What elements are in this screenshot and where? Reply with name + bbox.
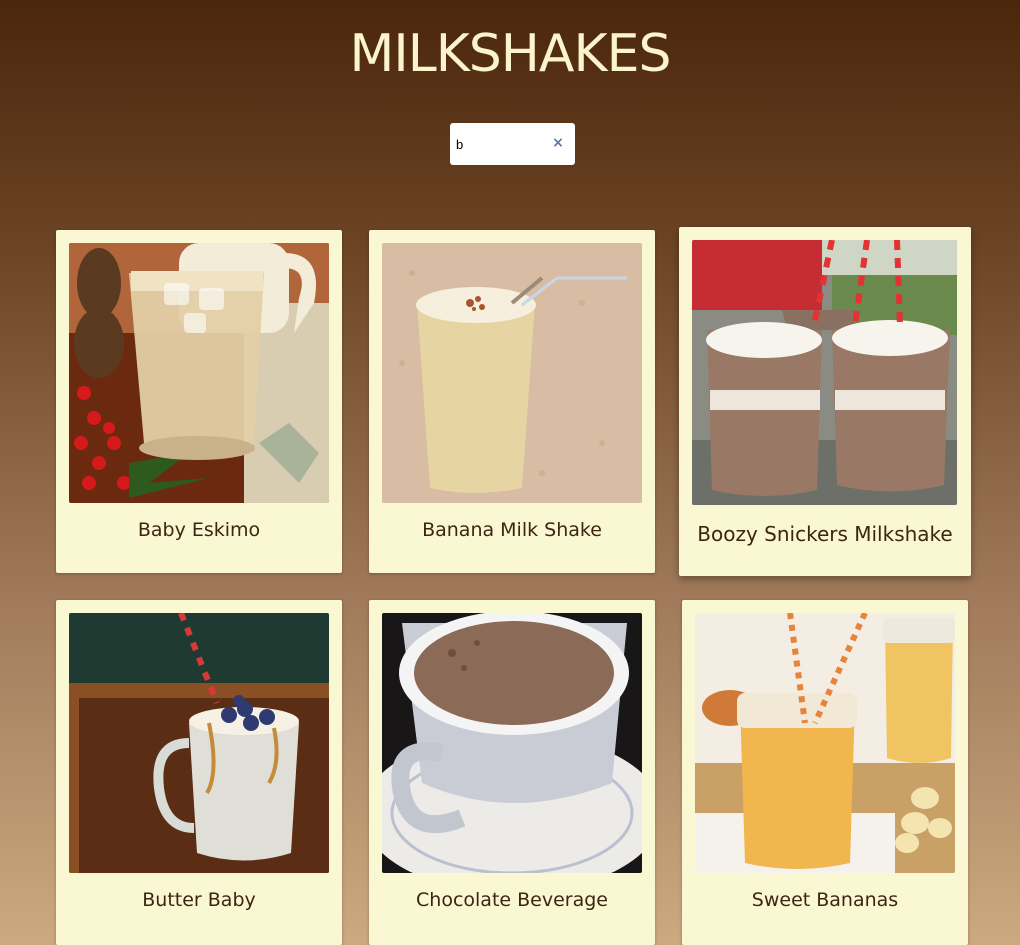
drink-photo (692, 240, 957, 505)
drink-card-sweet-bananas[interactable]: Sweet Bananas (682, 600, 968, 945)
drink-name: Baby Eskimo (137, 519, 261, 541)
drink-photo (695, 613, 955, 873)
clear-search-icon[interactable]: × (551, 136, 565, 150)
drink-name: Butter Baby (142, 889, 256, 911)
page-title: MILKSHAKES (349, 24, 672, 84)
drink-photo (382, 613, 642, 873)
search-box[interactable]: × (450, 123, 575, 165)
drink-name: Boozy Snickers Milkshake (697, 522, 953, 546)
drink-card-baby-eskimo[interactable]: Baby Eskimo (56, 230, 342, 573)
drink-name: Sweet Bananas (751, 889, 899, 911)
drink-photo (382, 243, 642, 503)
drink-card-chocolate-beverage[interactable]: Chocolate Beverage (369, 600, 655, 945)
drink-name: Chocolate Beverage (416, 889, 608, 911)
drink-name: Banana Milk Shake (422, 519, 602, 541)
search-input[interactable] (456, 134, 544, 154)
drink-photo (69, 613, 329, 873)
drink-card-butter-baby[interactable]: Butter Baby (56, 600, 342, 945)
drink-card-banana-milk-shake[interactable]: Banana Milk Shake (369, 230, 655, 573)
drink-card-boozy-snickers-milkshake[interactable]: Boozy Snickers Milkshake (679, 227, 971, 576)
drink-photo (69, 243, 329, 503)
